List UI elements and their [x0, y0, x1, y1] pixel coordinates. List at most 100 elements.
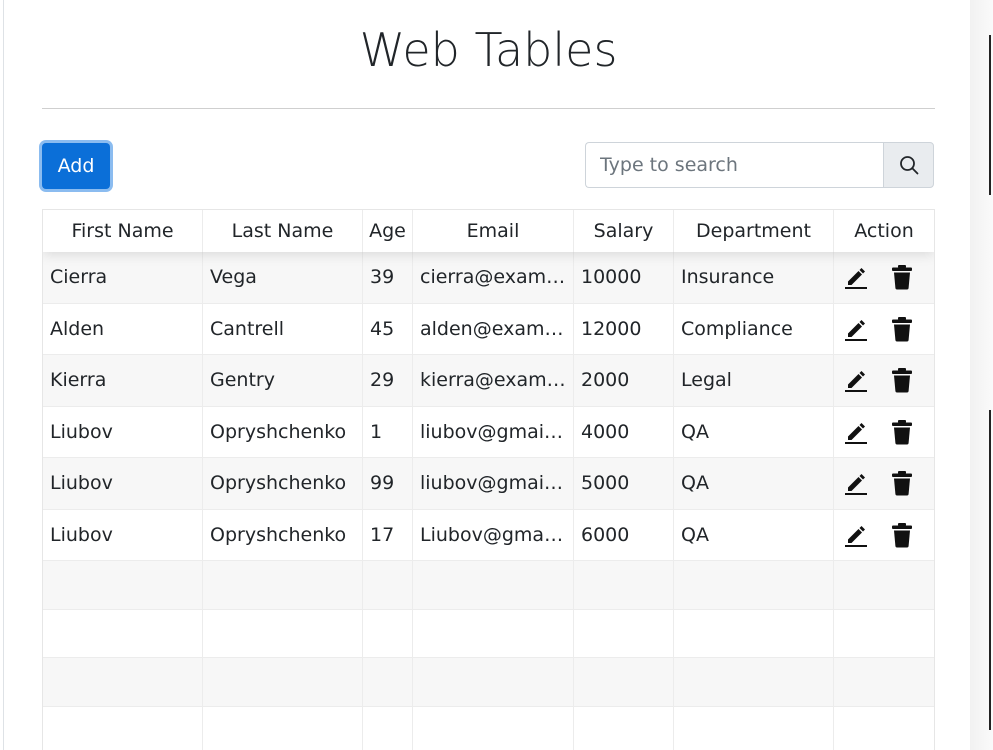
- cell-email-text: liubov@gmail.com: [420, 472, 566, 495]
- empty-cell: [834, 610, 934, 658]
- cell-salary-text: 2000: [581, 369, 630, 392]
- cell-department-text: QA: [681, 523, 709, 546]
- cell-department: QA: [674, 509, 834, 560]
- add-button[interactable]: Add: [42, 143, 110, 189]
- cell-salary-text: 4000: [581, 420, 630, 443]
- cell-department-text: QA: [681, 472, 709, 495]
- delete-record-button[interactable]: [891, 264, 913, 290]
- cell-age: 45: [363, 303, 413, 354]
- table-row: Liubov Opryshchenko 99 liubov@gmail.com 5000…: [43, 458, 934, 510]
- cell-last-name-text: Opryshchenko: [210, 472, 347, 495]
- cell-first-name: Liubov: [43, 458, 203, 509]
- delete-record-button[interactable]: [891, 470, 913, 496]
- cell-age-text: 17: [370, 523, 395, 546]
- empty-cell: [363, 706, 413, 750]
- cell-first-name: Cierra: [43, 252, 203, 303]
- cell-salary-text: 5000: [581, 472, 630, 495]
- cell-first-name: Kierra: [43, 355, 203, 406]
- cell-first-name: Liubov: [43, 406, 203, 457]
- empty-cell: [674, 609, 834, 657]
- cell-department: Legal: [674, 355, 834, 406]
- header-age[interactable]: Age: [363, 210, 413, 252]
- cell-last-name: Opryshchenko: [203, 406, 363, 457]
- empty-cell: [203, 658, 363, 706]
- pencil-icon: [845, 474, 867, 496]
- cell-first-name: Alden: [43, 303, 203, 354]
- empty-cell: [413, 706, 574, 750]
- web-table: First Name Last Name Age Email Salary De…: [42, 209, 935, 750]
- header-department[interactable]: Department: [674, 210, 834, 252]
- cell-age: 17: [363, 509, 413, 560]
- edit-record-button[interactable]: [843, 470, 869, 496]
- empty-cell: [413, 561, 574, 609]
- empty-table-row: [43, 658, 934, 707]
- empty-cell: [574, 609, 674, 657]
- cell-email: kierra@example.com: [413, 355, 574, 406]
- cell-email-text: kierra@example.com: [420, 369, 566, 392]
- edit-record-button[interactable]: [843, 264, 869, 290]
- cell-first-name-text: Cierra: [50, 266, 108, 289]
- cell-age-text: 39: [370, 266, 395, 289]
- cell-first-name-text: Liubov: [50, 420, 113, 443]
- cell-email: cierra@example.com: [413, 252, 574, 303]
- table-row: Kierra Gentry 29 kierra@example.com 2000 Lega…: [43, 355, 934, 407]
- edit-record-button[interactable]: [843, 419, 869, 445]
- search-box: [585, 142, 934, 188]
- cell-salary: 2000: [574, 355, 674, 406]
- cell-last-name: Vega: [203, 252, 363, 303]
- cell-email: alden@example.com: [413, 303, 574, 354]
- empty-cell: [574, 706, 674, 750]
- cell-last-name-text: Opryshchenko: [210, 523, 347, 546]
- empty-cell: [43, 561, 203, 609]
- cell-last-name-text: Opryshchenko: [210, 420, 347, 443]
- search-button[interactable]: [883, 142, 934, 188]
- cell-email-text: liubov@gmail.com: [420, 420, 566, 443]
- empty-cell: [413, 658, 574, 706]
- edit-record-button[interactable]: [843, 316, 869, 342]
- pencil-icon: [845, 525, 867, 547]
- header-email[interactable]: Email: [413, 210, 574, 252]
- delete-record-button[interactable]: [891, 419, 913, 445]
- empty-cell: [43, 706, 203, 750]
- cell-action: [834, 510, 934, 561]
- cell-salary: 4000: [574, 406, 674, 457]
- empty-cell: [574, 658, 674, 706]
- cell-salary-text: 10000: [581, 266, 642, 289]
- delete-record-button[interactable]: [891, 367, 913, 393]
- cell-salary: 6000: [574, 509, 674, 560]
- cell-age: 1: [363, 406, 413, 457]
- cell-department: Insurance: [674, 252, 834, 303]
- table-row: Cierra Vega 39 cierra@example.com 10000 Insur…: [43, 252, 934, 304]
- header-salary[interactable]: Salary: [574, 210, 674, 252]
- gutter-line-top: [989, 35, 991, 195]
- header-last-name[interactable]: Last Name: [203, 210, 363, 252]
- trash-icon: [892, 419, 912, 445]
- empty-table-row: [43, 561, 934, 610]
- cell-action: [834, 355, 934, 406]
- cell-action: [834, 407, 934, 458]
- search-input[interactable]: [585, 142, 884, 188]
- search-icon: [899, 156, 918, 175]
- empty-cell: [834, 707, 934, 750]
- empty-cell: [43, 658, 203, 706]
- delete-record-button[interactable]: [891, 522, 913, 548]
- empty-cell: [363, 561, 413, 609]
- cell-department-text: QA: [681, 420, 709, 443]
- page-title: Web Tables: [359, 23, 618, 77]
- edit-record-button[interactable]: [843, 522, 869, 548]
- cell-email-text: Liubov@gmail.com: [420, 523, 566, 546]
- pencil-icon: [845, 422, 867, 444]
- empty-table-row: [43, 706, 934, 750]
- empty-cell: [574, 561, 674, 609]
- delete-record-button[interactable]: [891, 316, 913, 342]
- cell-first-name-text: Liubov: [50, 472, 113, 495]
- cell-last-name: Opryshchenko: [203, 458, 363, 509]
- trash-icon: [892, 368, 912, 393]
- table-header: First Name Last Name Age Email Salary De…: [43, 209, 934, 252]
- trash-icon: [892, 265, 912, 290]
- edit-record-button[interactable]: [843, 367, 869, 393]
- empty-cell: [674, 706, 834, 750]
- cell-department-text: Insurance: [681, 266, 775, 289]
- header-first-name[interactable]: First Name: [43, 210, 203, 252]
- pencil-icon: [845, 268, 867, 290]
